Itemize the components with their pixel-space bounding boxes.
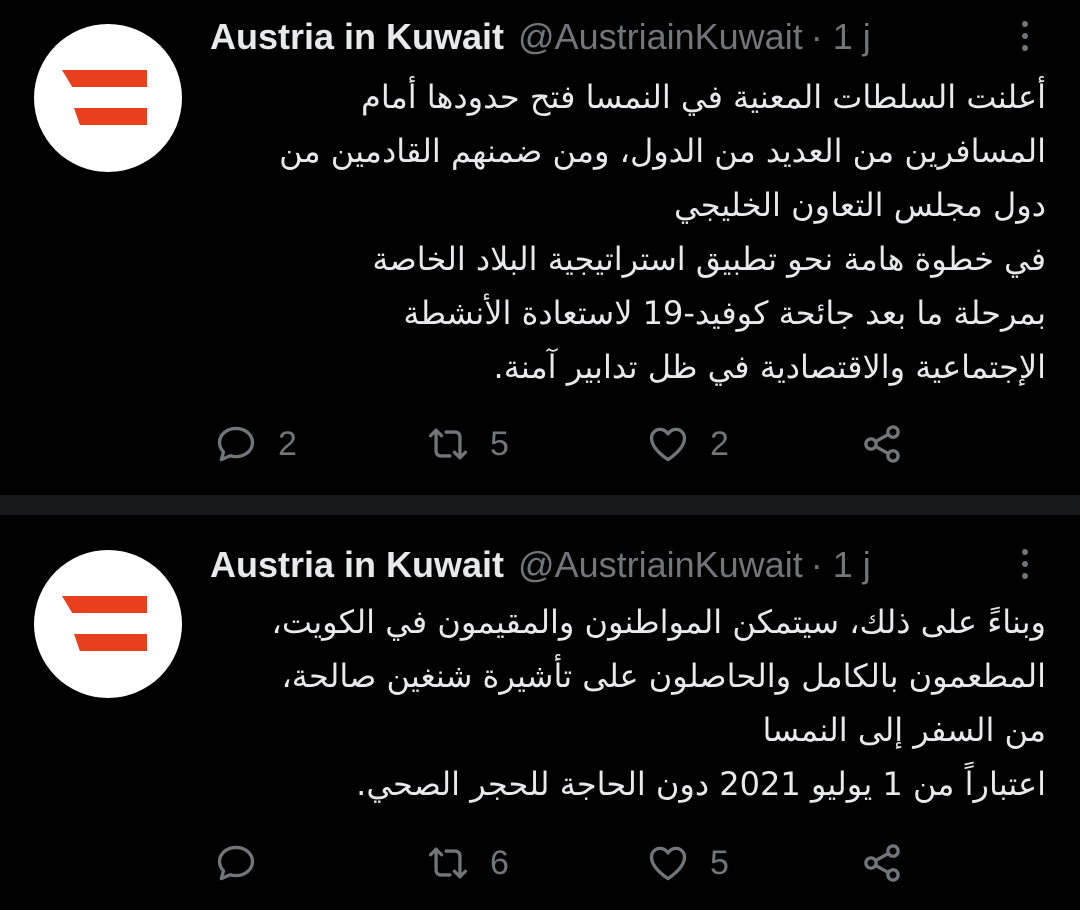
tweet-text-line: دول مجلس التعاون الخليجي — [674, 186, 1046, 224]
author-handle[interactable]: @AustriainKuwait — [518, 16, 803, 58]
like-count: 5 — [710, 843, 729, 882]
tweet-timestamp[interactable]: 1 j — [833, 544, 871, 586]
tweet-divider — [0, 495, 1080, 515]
austria-flag-logo-icon — [74, 108, 147, 125]
author-display-name[interactable]: Austria in Kuwait — [210, 16, 504, 58]
tweet-header: Austria in Kuwait @AustriainKuwait · 1 j — [210, 16, 871, 64]
like-button[interactable]: 5 — [646, 839, 729, 887]
austria-flag-logo-icon — [74, 634, 147, 651]
share-icon — [864, 844, 900, 882]
tweet-text-line: في خطوة هامة نحو تطبيق استراتيجية البلاد… — [372, 240, 1046, 278]
author-handle[interactable]: @AustriainKuwait — [518, 544, 803, 586]
tweet-text-line: بمرحلة ما بعد جائحة كوفيد-19 لاستعادة ال… — [403, 294, 1046, 332]
tweet-text-line: المسافرين من العديد من الدول، ومن ضمنهم … — [279, 132, 1046, 170]
reply-button[interactable] — [214, 839, 278, 887]
like-count: 2 — [710, 424, 729, 463]
tweet-actions: 2 5 2 — [210, 420, 930, 468]
tweet-text-line: المطعمون بالكامل والحاصلون على تأشيرة شن… — [281, 657, 1046, 695]
retweet-button[interactable]: 5 — [426, 420, 509, 468]
retweet-button[interactable]: 6 — [426, 839, 509, 887]
avatar[interactable] — [34, 550, 182, 698]
tweet-text: أعلنت السلطات المعنية في النمسا فتح حدود… — [216, 70, 1046, 394]
author-display-name[interactable]: Austria in Kuwait — [210, 544, 504, 586]
share-button[interactable] — [860, 839, 904, 887]
tweet-text-line: أعلنت السلطات المعنية في النمسا فتح حدود… — [361, 78, 1046, 116]
more-options-icon[interactable] — [1010, 14, 1040, 58]
tweet-text: وبناءً على ذلك، سيتمكن المواطنون والمقيم… — [216, 595, 1046, 811]
reply-icon — [217, 426, 255, 462]
tweet-timestamp[interactable]: 1 j — [833, 16, 871, 58]
heart-icon — [649, 427, 687, 462]
reply-count: 2 — [278, 424, 297, 463]
tweet[interactable]: Austria in Kuwait @AustriainKuwait · 1 j… — [0, 515, 1080, 910]
tweet-text-line: وبناءً على ذلك، سيتمكن المواطنون والمقيم… — [271, 603, 1046, 641]
retweet-icon — [428, 428, 468, 460]
like-button[interactable]: 2 — [646, 420, 729, 468]
austria-flag-logo-icon — [62, 596, 147, 613]
tweet-actions: 6 5 — [210, 839, 930, 887]
reply-icon — [217, 845, 255, 881]
retweet-icon — [428, 847, 468, 879]
tweet-text-line: اعتباراً من 1 يوليو 2021 دون الحاجة للحج… — [356, 765, 1046, 803]
avatar[interactable] — [34, 24, 182, 172]
separator-dot: · — [810, 16, 823, 57]
reply-button[interactable]: 2 — [214, 420, 297, 468]
separator-dot: · — [810, 544, 823, 585]
tweet-text-line: من السفر إلى النمسا — [762, 711, 1046, 749]
tweet[interactable]: Austria in Kuwait @AustriainKuwait · 1 j… — [0, 0, 1080, 495]
austria-flag-logo-icon — [62, 70, 147, 87]
share-icon — [864, 425, 900, 463]
retweet-count: 5 — [490, 424, 509, 463]
tweet-text-line: الإجتماعية والاقتصادية في ظل تدابير آمنة… — [493, 348, 1046, 386]
more-options-icon[interactable] — [1010, 542, 1040, 586]
retweet-count: 6 — [490, 843, 509, 882]
share-button[interactable] — [860, 420, 904, 468]
heart-icon — [649, 846, 687, 881]
tweet-header: Austria in Kuwait @AustriainKuwait · 1 j — [210, 544, 871, 592]
